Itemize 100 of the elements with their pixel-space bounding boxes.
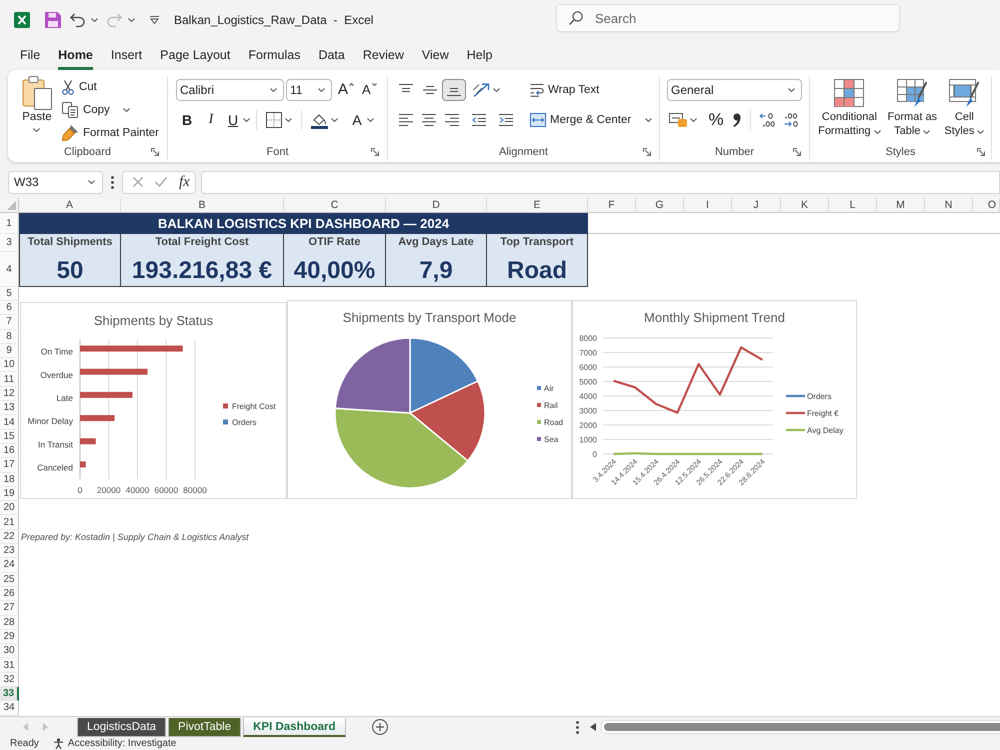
row-header[interactable]: 27 (0, 601, 19, 616)
grow-font-button[interactable]: A (336, 81, 356, 99)
format-painter-button[interactable]: Format Painter (60, 123, 161, 143)
column-header[interactable]: M (877, 198, 925, 213)
horizontal-scrollbar[interactable] (600, 720, 1000, 734)
font-color-button[interactable]: A (347, 109, 367, 131)
increase-decimal-icon[interactable] (759, 113, 775, 127)
row-header[interactable]: 10 (0, 358, 19, 372)
column-header[interactable]: C (284, 198, 386, 213)
caret-icon[interactable] (493, 88, 500, 92)
column-header[interactable]: N (925, 198, 973, 213)
row-header[interactable]: 31 (0, 658, 19, 673)
column-header[interactable]: D (386, 198, 487, 213)
decrease-decimal-icon[interactable] (783, 113, 799, 127)
row-header[interactable]: 7 (0, 315, 19, 330)
column-header[interactable]: J (732, 198, 781, 213)
menu-tab[interactable]: Help (458, 48, 502, 70)
row-header[interactable]: 11 (0, 372, 19, 387)
row-header[interactable]: 13 (0, 401, 19, 416)
menu-tab[interactable]: Data (309, 48, 354, 70)
checkmark-icon[interactable] (155, 177, 167, 187)
merge-center-button[interactable]: Merge & Center (526, 109, 656, 131)
comma-style-icon[interactable] (733, 113, 741, 127)
row-header[interactable]: 1 (0, 213, 19, 234)
styles-button[interactable]: Format as Table (884, 76, 941, 144)
fill-bucket-icon[interactable] (311, 112, 328, 128)
search-field[interactable]: Search (556, 4, 900, 32)
sheet-tab[interactable]: PivotTable (168, 718, 242, 737)
undo-icon[interactable] (70, 12, 85, 28)
more-icon[interactable] (111, 176, 114, 188)
money-icon[interactable] (669, 113, 687, 127)
shrink-font-button[interactable]: A (360, 82, 379, 100)
caret-icon[interactable] (367, 118, 374, 122)
underline-button[interactable]: U (223, 109, 243, 131)
name-box[interactable]: W33 (8, 170, 103, 194)
row-header[interactable]: 4 (0, 252, 19, 287)
caret-icon[interactable] (91, 18, 98, 22)
percent-button[interactable]: % (704, 109, 728, 131)
row-header[interactable]: 33 (0, 687, 19, 702)
row-header[interactable]: 6 (0, 301, 19, 316)
caret-icon[interactable] (128, 18, 135, 22)
align-button[interactable] (442, 79, 466, 101)
number-format-dropdown[interactable]: General (667, 79, 802, 101)
row-header[interactable]: 16 (0, 444, 19, 458)
styles-button[interactable]: Conditional Formatting (817, 76, 882, 144)
row-header[interactable]: 28 (0, 616, 19, 630)
column-header[interactable]: I (684, 198, 732, 213)
row-header[interactable]: 22 (0, 530, 19, 544)
column-header[interactable]: F (588, 198, 636, 213)
accessibility-icon[interactable] (52, 738, 64, 749)
row-header[interactable]: 8 (0, 330, 19, 344)
row-header[interactable]: 18 (0, 472, 19, 487)
save-icon[interactable] (45, 12, 61, 28)
wrap-text-button[interactable]: Wrap Text (526, 79, 604, 101)
menu-tab[interactable]: View (412, 48, 458, 70)
diagonal-text-icon[interactable] (473, 83, 490, 97)
row-header[interactable]: 17 (0, 458, 19, 473)
row-header[interactable]: 30 (0, 644, 19, 658)
scroll-left-icon[interactable] (590, 723, 596, 731)
font-size-dropdown[interactable]: 11 (286, 79, 332, 101)
row-header[interactable]: 20 (0, 501, 19, 516)
row-header[interactable]: 5 (0, 287, 19, 301)
dialog-launcher-icon[interactable] (977, 148, 985, 156)
italic-button[interactable]: I (199, 109, 223, 131)
menu-tab[interactable]: Formulas (239, 48, 310, 70)
styles-button[interactable]: Cell Styles (942, 76, 986, 144)
cancel-icon[interactable] (133, 177, 143, 187)
sheet-tab[interactable]: LogisticsData (77, 718, 166, 737)
column-header[interactable]: O (973, 198, 1000, 213)
menu-tab[interactable]: Page Layout (151, 48, 240, 70)
row-header[interactable]: 25 (0, 572, 19, 587)
accessibility-status[interactable]: Accessibility: Investigate (68, 738, 176, 749)
dialog-launcher-icon[interactable] (151, 148, 159, 156)
cut-button[interactable]: Cut (60, 77, 161, 97)
caret-icon[interactable] (690, 118, 697, 122)
column-header[interactable]: K (781, 198, 829, 213)
row-header[interactable]: 3 (0, 234, 19, 252)
column-header[interactable]: A (19, 198, 121, 213)
customize-icon[interactable] (150, 16, 159, 24)
column-header[interactable]: B (121, 198, 284, 213)
more-icon[interactable] (576, 720, 579, 734)
column-header[interactable]: E (487, 198, 588, 213)
column-header[interactable]: L (829, 198, 877, 213)
caret-icon[interactable] (243, 118, 250, 122)
increase-indent-icon[interactable] (498, 114, 513, 126)
row-header[interactable]: 23 (0, 544, 19, 558)
caret-icon[interactable] (285, 118, 292, 122)
dialog-launcher-icon[interactable] (793, 148, 801, 156)
bold-button[interactable]: B (175, 109, 199, 131)
row-header[interactable]: 29 (0, 630, 19, 644)
row-header[interactable]: 32 (0, 672, 19, 688)
scrollbar-thumb[interactable] (604, 723, 1000, 731)
borders-icon[interactable] (266, 112, 282, 128)
row-header[interactable]: 14 (0, 415, 19, 430)
column-header[interactable]: G (636, 198, 684, 213)
caret-icon[interactable] (331, 118, 338, 122)
row-header[interactable]: 21 (0, 515, 19, 530)
row-header[interactable]: 24 (0, 558, 19, 573)
row-header[interactable]: 19 (0, 486, 19, 502)
sheet-tab[interactable]: KPI Dashboard (243, 718, 346, 737)
